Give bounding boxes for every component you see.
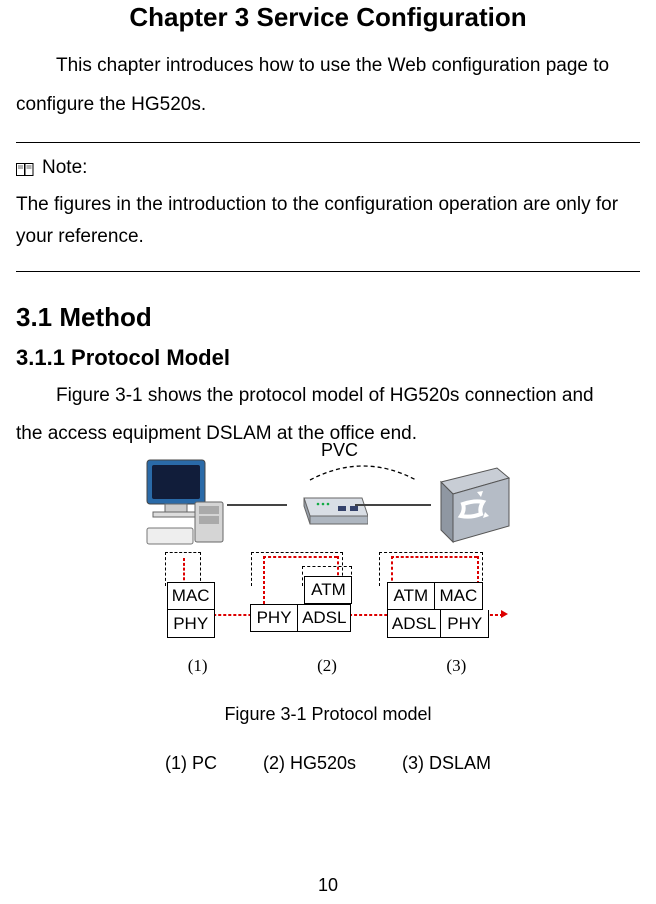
stack-pc: MAC PHY	[167, 582, 215, 638]
legend-dslam: (3) DSLAM	[402, 753, 491, 774]
stack-dslam: ATM MAC ADSL PHY	[387, 582, 489, 638]
wire-pc-modem	[227, 504, 287, 506]
protocol-stacks: MAC PHY ATM PHY ADSL ATM MAC ADSL PHY	[143, 582, 513, 638]
intro-paragraph-line1: This chapter introduces how to use the W…	[16, 51, 640, 80]
chapter-title: Chapter 3 Service Configuration	[16, 2, 640, 33]
section-heading-method: 3.1 Method	[16, 302, 640, 333]
cell-adsl-3: ADSL	[387, 610, 441, 638]
pc-icon	[143, 456, 229, 546]
cell-phy: PHY	[167, 610, 215, 638]
seq-2: (2)	[317, 656, 337, 676]
cell-adsl-2: ADSL	[298, 604, 351, 632]
wire-modem-dslam	[355, 504, 431, 506]
seq-3: (3)	[446, 656, 466, 676]
red-path-3	[263, 556, 337, 558]
figure-3-1: PVC	[143, 456, 513, 774]
stack-hg520s: ATM PHY ADSL	[250, 582, 351, 638]
legend-pc: (1) PC	[165, 753, 217, 774]
figure-caption: Figure 3-1 Protocol model	[143, 704, 513, 725]
page-number: 10	[0, 875, 656, 896]
cell-mac: MAC	[167, 582, 215, 610]
cell-atm-float: ATM	[304, 576, 352, 604]
seq-1: (1)	[188, 656, 208, 676]
cell-phy-2: PHY	[250, 604, 298, 632]
cell-mac-3: MAC	[435, 582, 483, 610]
cell-atm-3: ATM	[387, 582, 435, 610]
red-path-6	[391, 556, 477, 558]
section-heading-protocol-model: 3.1.1 Protocol Model	[16, 345, 640, 371]
cell-phy-3: PHY	[441, 610, 489, 638]
figure-legend: (1) PC (2) HG520s (3) DSLAM	[143, 753, 513, 774]
note-block: Note: The figures in the introduction to…	[16, 142, 640, 273]
sequence-row: (1) (2) (3)	[143, 656, 513, 676]
dslam-icon	[437, 464, 513, 546]
note-header: Note:	[16, 157, 640, 179]
book-icon	[16, 161, 34, 175]
intro-paragraph-line2: configure the HG520s.	[16, 90, 640, 119]
note-body: The figures in the introduction to the c…	[16, 189, 640, 254]
modem-icon	[298, 488, 368, 528]
note-label: Note:	[42, 157, 87, 179]
section-paragraph-line1: Figure 3-1 shows the protocol model of H…	[16, 381, 640, 410]
legend-hg520s: (2) HG520s	[263, 753, 356, 774]
